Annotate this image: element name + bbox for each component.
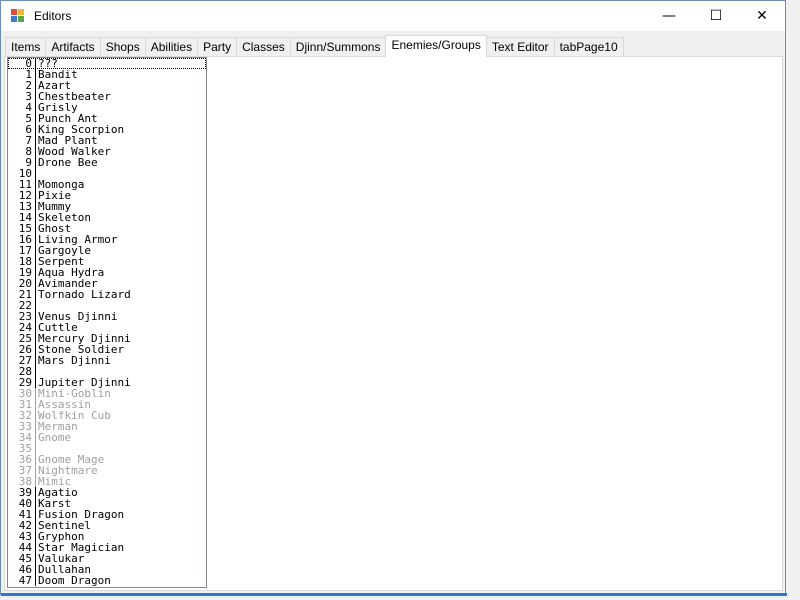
list-item-separator <box>32 102 36 113</box>
list-item-separator <box>32 575 36 586</box>
list-item-separator <box>32 520 36 531</box>
list-item-separator <box>32 487 36 498</box>
list-item-separator <box>32 443 36 454</box>
app-icon <box>11 9 25 23</box>
list-item-separator <box>32 344 36 355</box>
title-bar[interactable]: Editors — ☐ ✕ <box>1 1 785 31</box>
list-item-separator <box>32 267 36 278</box>
list-item-separator <box>32 333 36 344</box>
list-item[interactable]: 27 Mars Djinni <box>8 355 206 366</box>
list-item-separator <box>32 322 36 333</box>
list-item-separator <box>32 410 36 421</box>
tab-strip: Items Artifacts Shops Abilities Party Cl… <box>5 35 624 57</box>
list-item-index: 47 <box>18 574 32 587</box>
list-item-separator <box>32 91 36 102</box>
list-item-separator <box>32 157 36 168</box>
list-item-separator <box>32 388 36 399</box>
tab-enemies-groups[interactable]: Enemies/Groups <box>385 35 487 57</box>
list-item-separator <box>32 124 36 135</box>
list-item-separator <box>32 289 36 300</box>
list-item-separator <box>32 454 36 465</box>
list-item-separator <box>32 190 36 201</box>
tab-artifacts[interactable]: Artifacts <box>45 37 101 56</box>
list-item-separator <box>32 432 36 443</box>
list-item-separator <box>32 421 36 432</box>
list-item-separator <box>32 509 36 520</box>
window-bottom-border <box>1 593 787 596</box>
window-title: Editors <box>34 9 72 23</box>
list-item-separator <box>32 245 36 256</box>
list-item-separator <box>32 135 36 146</box>
list-item[interactable]: 9 Drone Bee <box>8 157 206 168</box>
app-icon-red-square <box>11 9 17 15</box>
maximize-button[interactable]: ☐ <box>693 1 739 31</box>
list-item[interactable]: 47 Doom Dragon <box>8 575 206 586</box>
app-icon-yellow-square <box>18 9 24 15</box>
list-item-separator <box>32 311 36 322</box>
list-item-separator <box>32 564 36 575</box>
list-item-separator <box>32 179 36 190</box>
list-item-separator <box>32 366 36 377</box>
list-item-separator <box>32 278 36 289</box>
list-item-separator <box>32 498 36 509</box>
list-item[interactable]: 34 Gnome <box>8 432 206 443</box>
enemy-listbox[interactable]: 0??? 1 Bandit 2 Azart 3 Chestbeater 4 Grisly 5 Pun… <box>7 57 207 588</box>
list-item-separator <box>32 542 36 553</box>
app-icon-green-square <box>18 16 24 22</box>
maximize-icon: ☐ <box>709 8 723 24</box>
list-item-separator <box>32 465 36 476</box>
list-item-separator <box>32 377 36 388</box>
tab-djinn-summons[interactable]: Djinn/Summons <box>289 37 387 56</box>
list-item-separator <box>32 58 36 69</box>
list-item-separator <box>32 113 36 124</box>
list-item-separator <box>32 80 36 91</box>
tab-classes[interactable]: Classes <box>236 37 291 56</box>
minimize-icon: — <box>662 8 676 24</box>
list-item-separator <box>32 168 36 179</box>
list-item-separator <box>32 256 36 267</box>
list-item-separator <box>32 69 36 80</box>
tab-items[interactable]: Items <box>5 37 47 56</box>
list-item-name: Doom Dragon <box>38 574 111 587</box>
list-item-separator <box>32 355 36 366</box>
editors-window: Editors — ☐ ✕ Items Artifacts Shops Abil… <box>0 0 787 596</box>
close-icon: ✕ <box>756 8 768 24</box>
tab-party[interactable]: Party <box>197 37 238 56</box>
list-item-separator <box>32 399 36 410</box>
list-item-separator <box>32 553 36 564</box>
list-item[interactable]: 21 Tornado Lizard <box>8 289 206 300</box>
list-item-separator <box>32 531 36 542</box>
list-item-separator <box>32 223 36 234</box>
list-item-separator <box>32 201 36 212</box>
list-item-separator <box>32 300 36 311</box>
tab-shops[interactable]: Shops <box>99 37 146 56</box>
list-item-separator <box>32 146 36 157</box>
list-item-separator <box>32 212 36 223</box>
app-icon-blue-square <box>11 16 17 22</box>
tab-page10[interactable]: tabPage10 <box>553 37 624 56</box>
list-item-separator <box>32 234 36 245</box>
tab-abilities[interactable]: Abilities <box>144 37 199 56</box>
minimize-button[interactable]: — <box>646 1 692 31</box>
close-button[interactable]: ✕ <box>739 1 785 31</box>
tab-text-editor[interactable]: Text Editor <box>485 37 555 56</box>
list-item-separator <box>32 476 36 487</box>
